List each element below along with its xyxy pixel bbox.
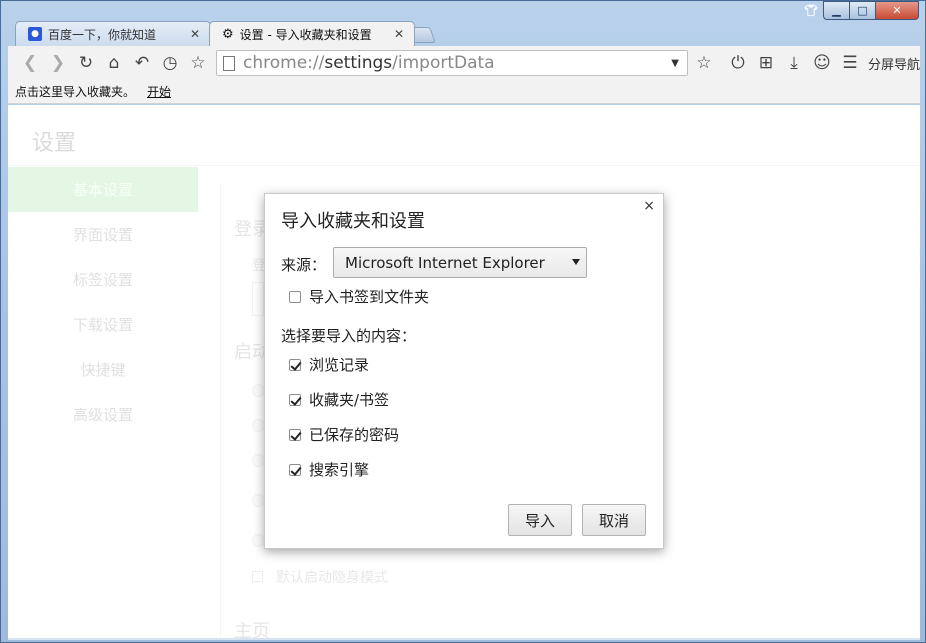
import-dialog: × 导入收藏夹和设置 来源： Microsoft Internet Explor… [264, 193, 664, 549]
menu-icon[interactable]: ☰ [836, 49, 864, 77]
power-icon[interactable]: ⏻ [724, 49, 752, 77]
window-close-button[interactable]: ✕ [875, 1, 919, 20]
minimize-button[interactable]: ▁ [823, 1, 849, 20]
toolbar: ❮ ❯ ↻ ⌂ ↶ ◷ ☆ chrome://settings/importDa… [8, 46, 920, 80]
url-scheme: chrome:// [243, 53, 325, 73]
back-icon[interactable]: ❮ [16, 49, 44, 77]
chevron-down-icon [572, 259, 580, 265]
search-engines-label: 搜索引擎 [309, 461, 370, 479]
tab-close-icon[interactable]: ✕ [190, 27, 200, 41]
import-to-folder-label: 导入书签到文件夹 [309, 288, 430, 306]
history-label: 浏览记录 [309, 356, 370, 374]
bookmark-star-icon[interactable]: ☆ [184, 49, 212, 77]
status-bar [8, 638, 920, 640]
tab-title: 设置 - 导入收藏夹和设置 [239, 27, 372, 42]
gear-icon: ⚙ [222, 26, 234, 42]
tab-title: 百度一下，你就知道 [48, 27, 157, 42]
import-button[interactable]: 导入 [508, 504, 572, 536]
account-icon[interactable]: ☺ [808, 49, 836, 77]
chevron-down-icon[interactable]: ▼ [671, 58, 679, 69]
page-content: 设置 基本设置 界面设置 标签设置 下载设置 快捷键 高级设置 登录 登 启动 … [8, 105, 920, 640]
download-icon[interactable]: ⤓ [780, 49, 808, 77]
import-hint: 点击这里导入收藏夹。 [15, 85, 136, 99]
skin-shirt-icon[interactable]: 👕︎ [799, 1, 823, 20]
passwords-label: 已保存的密码 [309, 426, 400, 444]
source-select[interactable]: Microsoft Internet Explorer [333, 247, 587, 278]
cancel-button[interactable]: 取消 [582, 504, 646, 536]
import-item-row[interactable]: 浏览记录 [289, 354, 369, 375]
start-import-link[interactable]: 开始 [147, 83, 171, 100]
home-icon[interactable]: ⌂ [100, 49, 128, 77]
address-bar[interactable]: chrome://settings/importData ▼ [216, 50, 688, 76]
browser-window: 👕︎ ▁ □ ✕ ● 百度一下，你就知道 ✕ ⚙ 设置 - 导入收藏夹和设置 ✕… [0, 0, 926, 643]
source-label: 来源： [281, 256, 327, 274]
search-engines-checkbox[interactable] [289, 463, 301, 476]
favorites-checkbox[interactable] [289, 393, 301, 406]
window-controls: 👕︎ ▁ □ ✕ [799, 1, 919, 21]
history-checkbox[interactable] [289, 358, 301, 371]
dialog-title: 导入收藏夹和设置 [281, 211, 425, 232]
url-host: settings [324, 53, 393, 73]
tab-close-icon[interactable]: ✕ [394, 27, 404, 41]
page-icon [223, 55, 235, 71]
select-content-label: 选择要导入的内容： [281, 327, 417, 345]
tab-strip: ● 百度一下，你就知道 ✕ ⚙ 设置 - 导入收藏夹和设置 ✕ [13, 21, 613, 46]
import-item-row[interactable]: 收藏夹/书签 [289, 389, 389, 410]
passwords-checkbox[interactable] [289, 428, 301, 441]
url-path: /importData [392, 53, 495, 73]
close-icon[interactable]: × [643, 198, 655, 214]
favorite-star-icon[interactable]: ☆ [690, 49, 718, 77]
paw-icon: ● [28, 27, 42, 41]
import-item-row[interactable]: 搜索引擎 [289, 459, 369, 480]
favorites-label: 收藏夹/书签 [309, 391, 390, 409]
tab-baidu[interactable]: ● 百度一下，你就知道 ✕ [15, 21, 211, 46]
maximize-button[interactable]: □ [849, 1, 875, 20]
forward-icon[interactable]: ❯ [44, 49, 72, 77]
apps-grid-icon[interactable]: ⊞ [752, 49, 780, 77]
import-to-folder-row[interactable]: 导入书签到文件夹 [289, 286, 429, 307]
import-to-folder-checkbox[interactable] [289, 290, 301, 303]
bookmarks-bar: 点击这里导入收藏夹。 开始 [8, 80, 920, 104]
import-item-row[interactable]: 已保存的密码 [289, 424, 399, 445]
history-icon[interactable]: ◷ [156, 49, 184, 77]
reload-icon[interactable]: ↻ [72, 49, 100, 77]
source-value: Microsoft Internet Explorer [345, 253, 545, 272]
split-nav-button[interactable]: 分屏导航 [868, 54, 920, 73]
undo-icon[interactable]: ↶ [128, 49, 156, 77]
tab-settings[interactable]: ⚙ 设置 - 导入收藏夹和设置 ✕ [209, 21, 415, 46]
